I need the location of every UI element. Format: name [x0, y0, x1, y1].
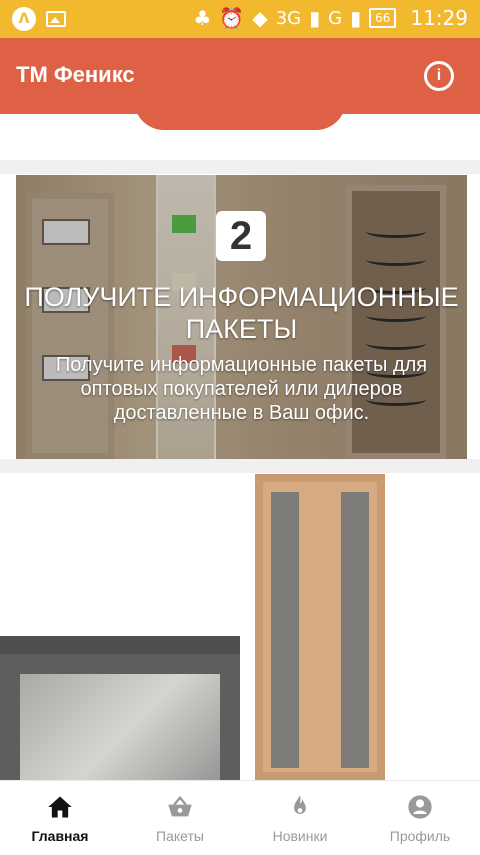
badge-icon: Λ [12, 7, 36, 31]
battery-icon: 66 [369, 8, 397, 28]
separator [0, 459, 480, 473]
image-icon [46, 11, 66, 27]
signal-icon: ▮ [309, 6, 321, 30]
tab-label: Профиль [389, 828, 451, 844]
product-image-right[interactable] [255, 474, 385, 780]
banner-title: ПОЛУЧИТЕ ИНФОРМАЦИОННЫЕ ПАКЕТЫ [24, 282, 459, 344]
network-3g: 3G [275, 7, 302, 29]
red-pill-button[interactable] [134, 100, 346, 130]
tab-label: Новинки [272, 828, 328, 844]
home-icon [48, 796, 72, 818]
tab-label: Пакеты [156, 828, 204, 844]
tab-packages[interactable]: Пакеты [120, 781, 240, 855]
network-g: G [328, 7, 343, 29]
tab-new[interactable]: Новинки [240, 781, 360, 855]
info-icon[interactable]: i [424, 61, 454, 91]
flame-icon [294, 795, 306, 814]
step-number: 2 [216, 211, 266, 261]
product-image-left[interactable] [0, 636, 240, 798]
status-time: 11:29 [410, 6, 468, 30]
bottom-tab-bar: Главная Пакеты Новинки Профиль [0, 780, 480, 855]
banner-subtitle: Получите информационные пакеты для оптов… [55, 354, 428, 424]
tree-icon: ♣ [193, 6, 212, 30]
basket-icon [168, 795, 192, 817]
tab-label: Главная [31, 828, 89, 844]
profile-icon [408, 795, 432, 819]
wifi-icon: ◆ [252, 6, 268, 30]
app-title: ТМ Феникс [16, 62, 135, 87]
info-packages-banner[interactable]: 2 ПОЛУЧИТЕ ИНФОРМАЦИОННЫЕ ПАКЕТЫ Получит… [16, 175, 467, 459]
separator [0, 160, 480, 174]
tab-home[interactable]: Главная [0, 781, 120, 855]
signal-icon: ▮ [350, 6, 362, 30]
status-bar: Λ ♣ ⏰ ◆ 3G ▮ G ▮ 66 11:29 [0, 0, 480, 38]
alarm-icon: ⏰ [219, 6, 245, 30]
tab-profile[interactable]: Профиль [360, 781, 480, 855]
